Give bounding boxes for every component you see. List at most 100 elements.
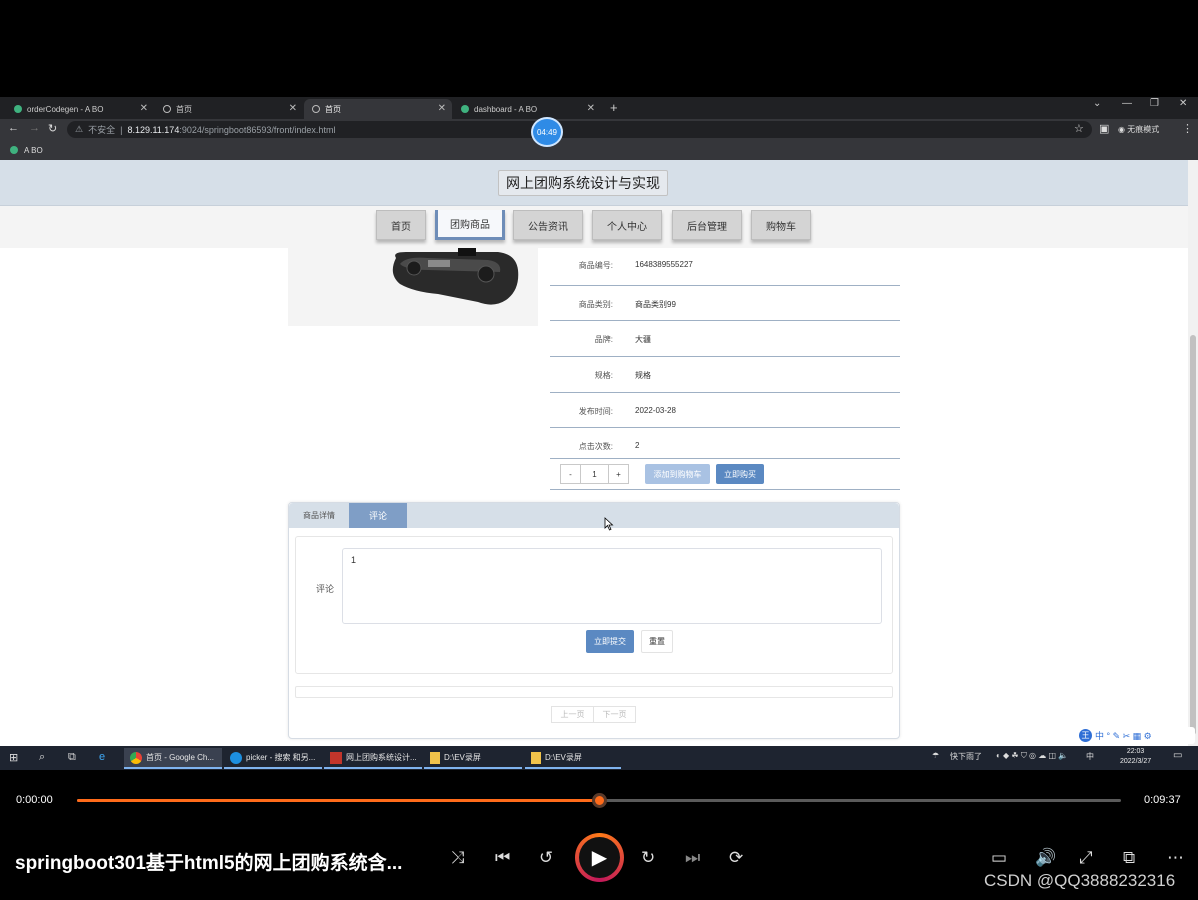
screen: orderCodegen - A BO ✕ 首页 ✕ 首页 ✕ dashboar… bbox=[0, 0, 1198, 900]
qty-input[interactable]: 1 bbox=[580, 464, 609, 484]
subtitles-icon[interactable]: ▭ bbox=[991, 848, 1007, 868]
nav-announcements[interactable]: 公告资讯 bbox=[513, 210, 583, 240]
nav-personal-center[interactable]: 个人中心 bbox=[592, 210, 662, 240]
bookmark-favicon-icon bbox=[10, 146, 18, 154]
reload-icon[interactable]: ↻ bbox=[48, 122, 57, 135]
reset-button[interactable]: 重置 bbox=[641, 630, 673, 653]
taskbar-folder-1[interactable]: D:\EV录屏 bbox=[424, 748, 522, 769]
qty-plus-button[interactable]: + bbox=[608, 464, 629, 484]
new-tab-button[interactable]: + bbox=[610, 100, 618, 115]
browser-tab-4[interactable]: dashboard - A BO ✕ bbox=[453, 99, 601, 119]
ime-toolbar[interactable]: 王 中 ° ✎ ✂ ▦ ⚙ bbox=[1075, 727, 1195, 744]
forward-arrow-icon[interactable]: → bbox=[29, 122, 40, 134]
qty-minus-button[interactable]: - bbox=[560, 464, 581, 484]
sidepanel-icon[interactable]: ▣ bbox=[1099, 122, 1109, 135]
info-value: 大疆 bbox=[635, 335, 651, 344]
nav-group-products[interactable]: 团购商品 bbox=[435, 210, 505, 240]
url-path: :9024/springboot86593/front/index.html bbox=[179, 124, 336, 135]
tab-title: orderCodegen - A BO bbox=[27, 104, 104, 114]
more-icon[interactable]: ⋯ bbox=[1167, 848, 1184, 868]
info-label: 商品类别: bbox=[578, 300, 613, 309]
progress-handle[interactable] bbox=[592, 793, 607, 808]
add-to-cart-button[interactable]: 添加到购物车 bbox=[645, 464, 710, 484]
repeat-icon[interactable]: ⟳ bbox=[729, 848, 743, 868]
submit-button[interactable]: 立即提交 bbox=[586, 630, 634, 653]
url-field[interactable]: ⚠ 不安全 | 8.129.11.174:9024/springboot8659… bbox=[67, 121, 1092, 138]
scrollbar-thumb[interactable] bbox=[1190, 335, 1196, 735]
taskbar-item-label: picker - 搜索 和另... bbox=[246, 753, 316, 762]
watermark-text: CSDN @QQ3888232316 bbox=[984, 871, 1176, 890]
restore-icon[interactable]: ❐ bbox=[1150, 98, 1159, 109]
browser-tab-3[interactable]: 首页 ✕ bbox=[304, 99, 452, 119]
tab-search-icon[interactable]: ⌄ bbox=[1093, 98, 1101, 109]
notification-icon[interactable]: ▭ bbox=[1173, 750, 1182, 761]
info-value: 2022-03-28 bbox=[635, 406, 676, 415]
browser-tab-1[interactable]: orderCodegen - A BO ✕ bbox=[6, 99, 154, 119]
total-time: 0:09:37 bbox=[1144, 794, 1181, 806]
next-page-button[interactable]: 下一页 bbox=[593, 706, 636, 723]
taskbar-clock[interactable]: 22:03 2022/3/27 bbox=[1120, 747, 1151, 767]
task-view-icon[interactable]: ⧉ bbox=[68, 751, 76, 764]
fullscreen-icon[interactable]: ⤢ bbox=[1079, 848, 1093, 868]
close-icon[interactable]: ✕ bbox=[140, 103, 148, 114]
forward-30-icon[interactable]: ↻ bbox=[641, 848, 655, 868]
info-label: 发布时间: bbox=[578, 407, 613, 416]
weather-text[interactable]: 快下雨了 bbox=[950, 751, 982, 762]
rewind-10-icon[interactable]: ↺ bbox=[539, 848, 553, 868]
tray-icons[interactable]: ◐ ◆ ☘ ⛉ ◎ ☁ ◫ 🔈 bbox=[996, 751, 1068, 761]
main-nav: 首页 团购商品 公告资讯 个人中心 后台管理 购物车 bbox=[0, 206, 1188, 248]
taskbar-edge[interactable]: picker - 搜索 和另... bbox=[224, 748, 322, 769]
star-icon[interactable]: ☆ bbox=[1074, 122, 1084, 135]
taskbar-item-label: 首页 - Google Ch... bbox=[146, 753, 215, 762]
site-favicon-icon bbox=[461, 105, 469, 113]
info-row-spec: 规格: 规格 bbox=[550, 357, 900, 393]
taskbar-item-label: 网上团购系统设计... bbox=[346, 753, 417, 762]
browser-tab-2[interactable]: 首页 ✕ bbox=[155, 99, 303, 119]
tab-product-detail[interactable]: 商品详情 bbox=[289, 503, 349, 528]
taskbar-item-label: D:\EV录屏 bbox=[545, 753, 582, 762]
info-row-category: 商品类别: 商品类别99 bbox=[550, 286, 900, 321]
close-icon[interactable]: ✕ bbox=[438, 103, 446, 114]
menu-dots-icon[interactable]: ⋮ bbox=[1182, 122, 1193, 135]
nav-admin[interactable]: 后台管理 bbox=[672, 210, 742, 240]
shuffle-icon[interactable]: ⤨ bbox=[451, 848, 465, 868]
ime-logo-icon: 王 bbox=[1079, 729, 1092, 742]
window-close-icon[interactable]: ✕ bbox=[1179, 98, 1187, 109]
volume-icon[interactable]: 🔊 bbox=[1035, 848, 1056, 868]
info-value: 规格 bbox=[635, 371, 651, 380]
close-icon[interactable]: ✕ bbox=[289, 103, 297, 114]
info-row-clicks: 点击次数: 2 bbox=[550, 428, 900, 459]
pip-icon[interactable]: ⧉ bbox=[1123, 848, 1135, 868]
comment-textarea[interactable]: 1 bbox=[342, 548, 882, 624]
info-row-code: 商品编号: 1648389555227 bbox=[550, 248, 900, 286]
previous-icon[interactable]: ⏮ bbox=[495, 848, 510, 868]
taskbar-project[interactable]: 网上团购系统设计... bbox=[324, 748, 422, 769]
back-arrow-icon[interactable]: ← bbox=[8, 122, 19, 134]
nav-home[interactable]: 首页 bbox=[376, 210, 426, 240]
comment-label: 评论 bbox=[316, 584, 335, 594]
security-label: 不安全 bbox=[88, 125, 116, 135]
search-icon[interactable]: ⌕ bbox=[39, 751, 45, 764]
windows-start-icon[interactable]: ⊞ bbox=[9, 751, 18, 764]
url-host: 8.129.11.174 bbox=[127, 124, 180, 135]
next-icon[interactable]: ⏭ bbox=[685, 848, 700, 868]
taskbar-folder-2[interactable]: D:\EV录屏 bbox=[525, 748, 621, 769]
weather-icon[interactable]: ☂ bbox=[932, 751, 939, 760]
url-separator: | bbox=[120, 124, 123, 135]
prev-page-button[interactable]: 上一页 bbox=[551, 706, 594, 723]
tab-comment[interactable]: 评论 bbox=[349, 503, 407, 528]
folder-icon bbox=[430, 751, 440, 764]
nav-cart[interactable]: 购物车 bbox=[751, 210, 811, 240]
tabs-header: 商品详情 评论 bbox=[289, 503, 899, 528]
ime-indicator[interactable]: 中 bbox=[1086, 751, 1094, 762]
minimize-icon[interactable]: — bbox=[1122, 98, 1132, 109]
bookmark-item[interactable]: A BO bbox=[24, 146, 43, 155]
buy-now-button[interactable]: 立即购买 bbox=[716, 464, 764, 484]
play-button[interactable]: ▶ bbox=[575, 833, 624, 882]
info-row-publish-time: 发布时间: 2022-03-28 bbox=[550, 393, 900, 428]
web-page: 网上团购系统设计与实现 首页 团购商品 公告资讯 个人中心 后台管理 购物车 商… bbox=[0, 160, 1188, 746]
taskbar-chrome[interactable]: 首页 - Google Ch... bbox=[124, 748, 222, 769]
ie-icon[interactable]: e bbox=[99, 751, 105, 763]
incognito-profile[interactable]: ◉ 无痕模式 bbox=[1118, 124, 1159, 135]
close-icon[interactable]: ✕ bbox=[587, 103, 595, 114]
